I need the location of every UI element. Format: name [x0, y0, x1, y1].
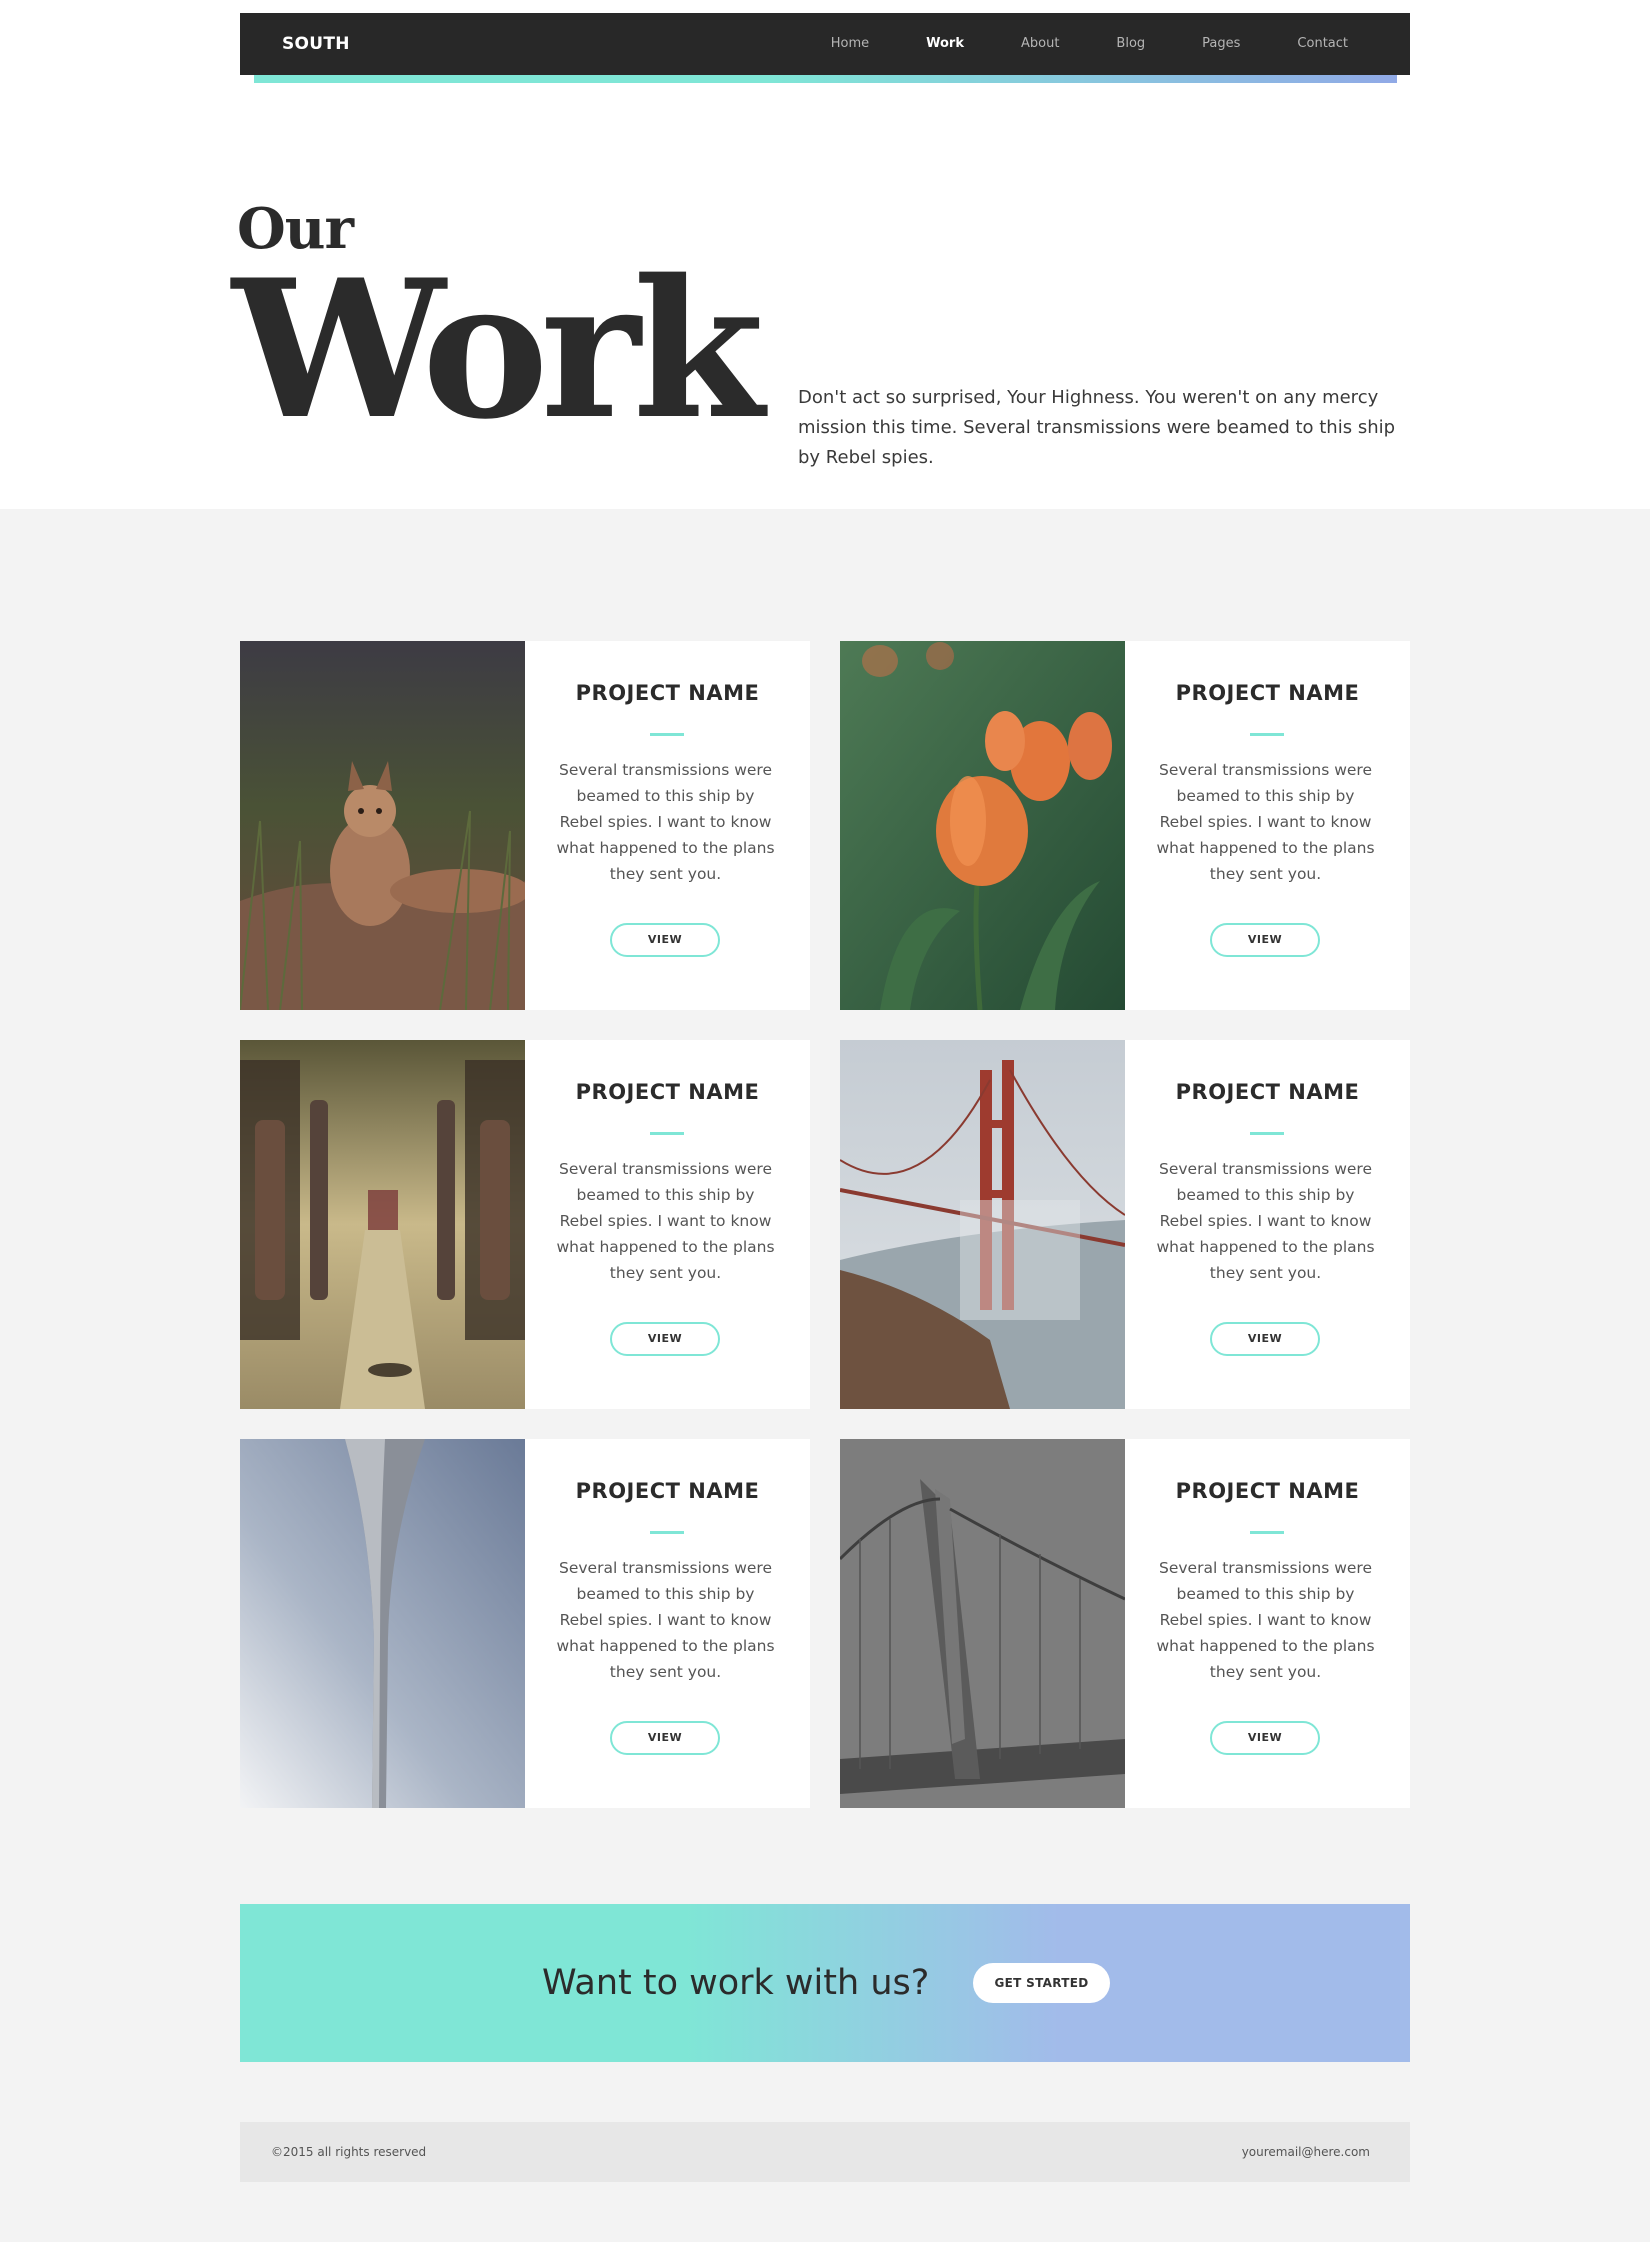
brand-logo[interactable]: SOUTH: [282, 13, 350, 75]
contact-email-link[interactable]: youremail@here.com: [1242, 2122, 1370, 2182]
nav-gradient-strip: [254, 75, 1397, 83]
title-divider: [650, 1132, 684, 1135]
project-body: PROJECT NAME Several transmissions were …: [1125, 1040, 1410, 1409]
view-button[interactable]: VIEW: [610, 1322, 720, 1356]
bus-interior-photo[interactable]: [240, 1040, 525, 1409]
project-body: PROJECT NAME Several transmissions were …: [1125, 1439, 1410, 1808]
project-body: PROJECT NAME Several transmissions were …: [1125, 641, 1410, 1010]
footer: ©2015 all rights reserved youremail@here…: [240, 2122, 1410, 2182]
title-divider: [1250, 733, 1284, 736]
nav-item-work[interactable]: Work: [869, 13, 964, 75]
nav-item-pages[interactable]: Pages: [1145, 13, 1240, 75]
nav-item-about[interactable]: About: [964, 13, 1059, 75]
view-button[interactable]: VIEW: [1210, 1322, 1320, 1356]
copyright-text: ©2015 all rights reserved: [271, 2145, 427, 2159]
view-button[interactable]: VIEW: [1210, 1721, 1320, 1755]
nav-menu: Home Work About Blog Pages Contact: [774, 13, 1348, 75]
arch-sky-photo[interactable]: [240, 1439, 525, 1808]
project-title: PROJECT NAME: [1175, 681, 1360, 705]
bridge-aerial-photo[interactable]: [840, 1439, 1125, 1808]
fox-photo[interactable]: [240, 641, 525, 1010]
hero-title-large: Work: [232, 238, 764, 461]
project-body: PROJECT NAME Several transmissions were …: [525, 641, 810, 1010]
project-card: PROJECT NAME Several transmissions were …: [240, 1040, 810, 1409]
golden-gate-fog-photo[interactable]: [840, 1040, 1125, 1409]
project-title: PROJECT NAME: [1175, 1080, 1360, 1104]
project-description: Several transmissions were beamed to thi…: [556, 1160, 775, 1282]
project-title: PROJECT NAME: [575, 1479, 760, 1503]
project-description: Several transmissions were beamed to thi…: [1156, 1559, 1375, 1681]
cta-heading: Want to work with us?: [542, 1963, 930, 2003]
nav-item-blog[interactable]: Blog: [1059, 13, 1145, 75]
project-description: Several transmissions were beamed to thi…: [1156, 761, 1375, 883]
project-title: PROJECT NAME: [575, 1080, 760, 1104]
project-description: Several transmissions were beamed to thi…: [1156, 1160, 1375, 1282]
view-button[interactable]: VIEW: [610, 923, 720, 957]
view-button[interactable]: VIEW: [610, 1721, 720, 1755]
project-title: PROJECT NAME: [575, 681, 760, 705]
project-card: PROJECT NAME Several transmissions were …: [240, 641, 810, 1010]
project-card: PROJECT NAME Several transmissions were …: [840, 1040, 1410, 1409]
get-started-button[interactable]: GET STARTED: [973, 1963, 1110, 2003]
view-button[interactable]: VIEW: [1210, 923, 1320, 957]
project-title: PROJECT NAME: [1175, 1479, 1360, 1503]
project-description: Several transmissions were beamed to thi…: [556, 761, 775, 883]
title-divider: [1250, 1531, 1284, 1534]
project-card: PROJECT NAME Several transmissions were …: [840, 1439, 1410, 1808]
project-card: PROJECT NAME Several transmissions were …: [240, 1439, 810, 1808]
title-divider: [1250, 1132, 1284, 1135]
nav-item-home[interactable]: Home: [774, 13, 869, 75]
hero-description: Don't act so surprised, Your Highness. Y…: [798, 387, 1396, 468]
nav-item-contact[interactable]: Contact: [1240, 13, 1348, 75]
title-divider: [650, 733, 684, 736]
cta-banner: Want to work with us? GET STARTED: [240, 1904, 1410, 2062]
project-card: PROJECT NAME Several transmissions were …: [840, 641, 1410, 1010]
project-body: PROJECT NAME Several transmissions were …: [525, 1439, 810, 1808]
tulips-photo[interactable]: [840, 641, 1125, 1010]
project-body: PROJECT NAME Several transmissions were …: [525, 1040, 810, 1409]
navbar: SOUTH Home Work About Blog Pages Contact: [240, 13, 1410, 75]
project-description: Several transmissions were beamed to thi…: [556, 1559, 775, 1681]
title-divider: [650, 1531, 684, 1534]
